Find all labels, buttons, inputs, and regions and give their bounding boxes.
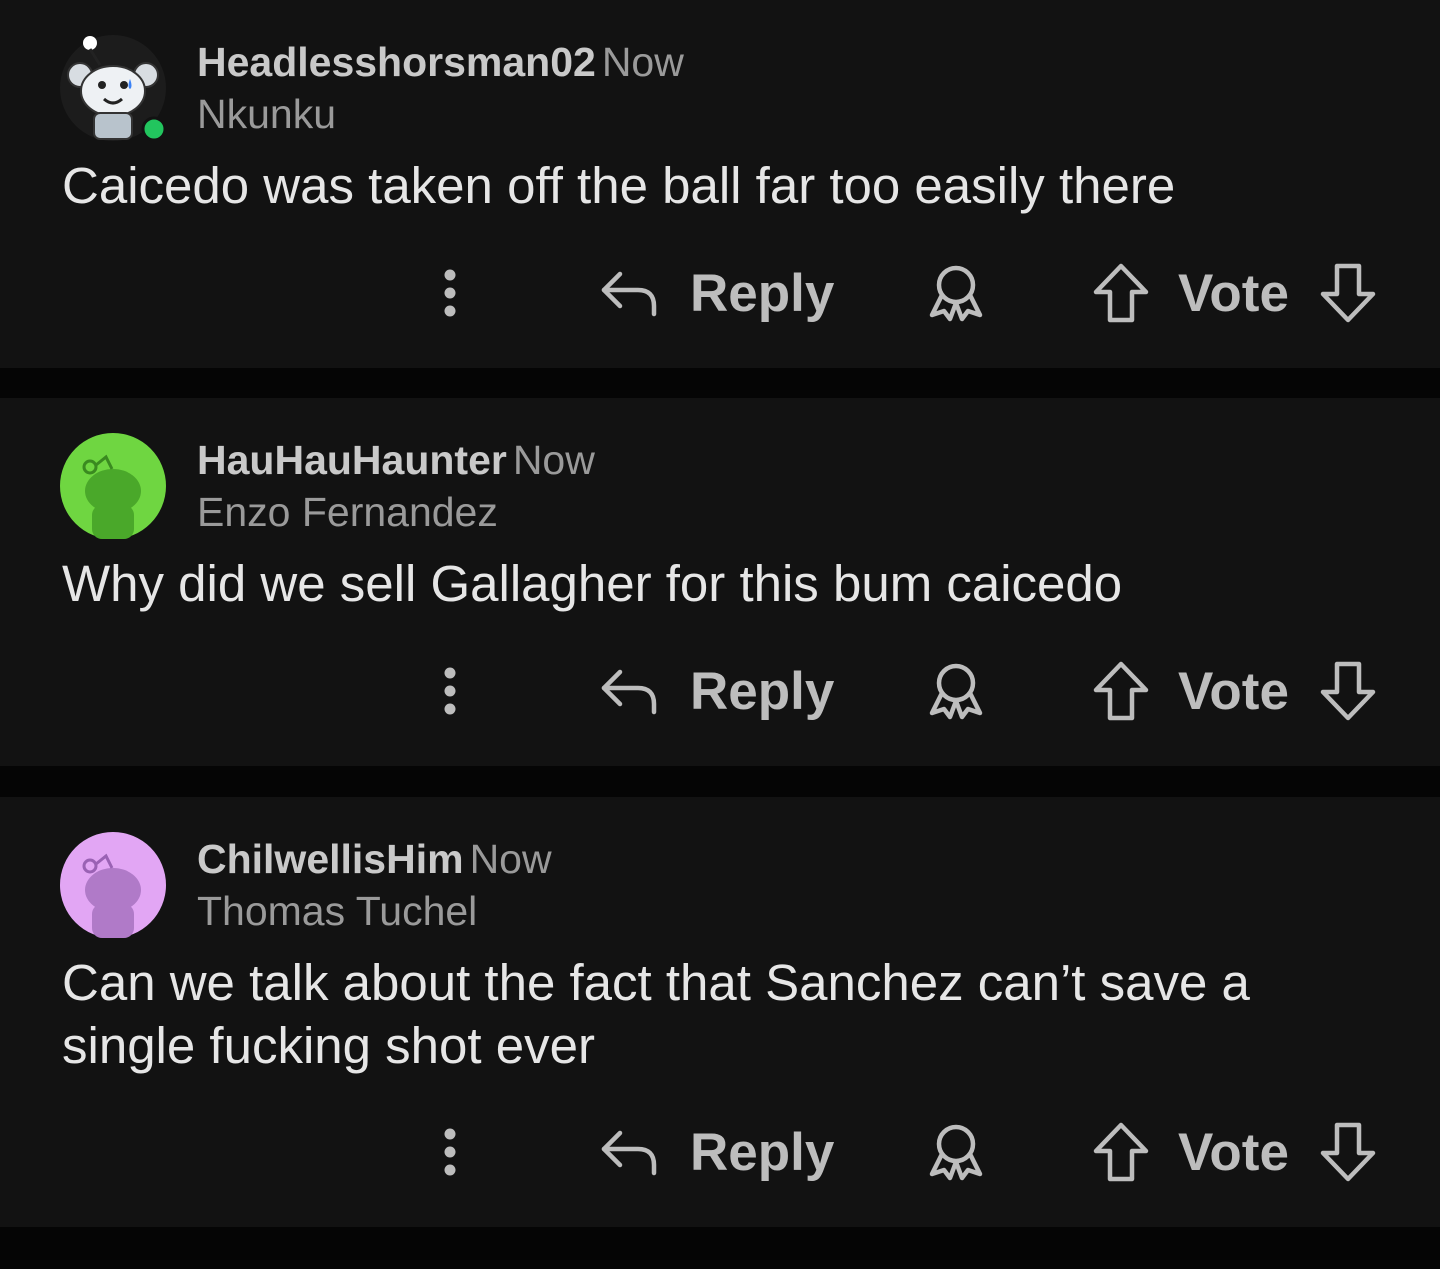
award-button[interactable]	[924, 258, 988, 328]
username[interactable]: Headlesshorsman02	[197, 39, 596, 85]
award-icon	[929, 265, 983, 322]
comment-body: Caicedo was taken off the ball far too e…	[62, 157, 1176, 214]
user-flair: Thomas Tuchel	[197, 888, 478, 934]
username[interactable]: HauHauHaunter	[197, 437, 507, 483]
vote-label: Vote	[1178, 1122, 1289, 1182]
username[interactable]: ChilwellisHim	[197, 836, 464, 882]
comment-body: Can we talk about the fact that Sanchez …	[62, 954, 1250, 1074]
vote-label: Vote	[1178, 661, 1289, 721]
timestamp: Now	[469, 836, 552, 882]
comment: ChilwellisHim Now Thomas Tuchel Can we ta…	[0, 797, 1440, 1227]
avatar[interactable]	[60, 433, 166, 539]
award-button[interactable]	[924, 1117, 988, 1187]
more-options-button[interactable]	[430, 258, 470, 328]
award-icon	[929, 1124, 983, 1181]
timestamp: Now	[512, 437, 595, 483]
reply-arrow-icon	[601, 1130, 657, 1176]
downvote-icon[interactable]	[1319, 262, 1377, 324]
reply-arrow-icon	[601, 271, 657, 317]
comment-meta: HauHauHaunter Now Enzo Fernandez	[197, 434, 595, 538]
downvote-icon[interactable]	[1319, 1121, 1377, 1183]
comment-actions: Reply Vote	[0, 656, 1440, 726]
snoo-avatar-icon	[60, 433, 166, 539]
vote-label: Vote	[1178, 263, 1289, 323]
vote-group: Vote	[1092, 258, 1377, 328]
reply-label: Reply	[690, 661, 835, 721]
reply-button[interactable]: Reply	[600, 1117, 834, 1187]
timestamp: Now	[601, 39, 684, 85]
upvote-icon[interactable]	[1092, 1121, 1150, 1183]
vote-group: Vote	[1092, 1117, 1377, 1187]
reply-label: Reply	[690, 263, 835, 323]
snoo-avatar-icon	[60, 35, 166, 141]
comment-actions: Reply Vote	[0, 258, 1440, 328]
more-options-button[interactable]	[430, 1117, 470, 1187]
more-options-button[interactable]	[430, 656, 470, 726]
downvote-icon[interactable]	[1319, 660, 1377, 722]
reply-button[interactable]: Reply	[600, 258, 834, 328]
upvote-icon[interactable]	[1092, 262, 1150, 324]
user-flair: Enzo Fernandez	[197, 489, 498, 535]
comment-meta: Headlesshorsman02 Now Nkunku	[197, 36, 684, 140]
comment: HauHauHaunter Now Enzo Fernandez Why did …	[0, 398, 1440, 766]
award-button[interactable]	[924, 656, 988, 726]
more-vertical-icon	[444, 269, 456, 317]
comment: Headlesshorsman02 Now Nkunku Caicedo was …	[0, 0, 1440, 368]
avatar[interactable]	[60, 832, 166, 938]
comment-actions: Reply Vote	[0, 1117, 1440, 1187]
upvote-icon[interactable]	[1092, 660, 1150, 722]
award-icon	[929, 663, 983, 720]
more-vertical-icon	[444, 667, 456, 715]
online-status-icon	[141, 116, 166, 141]
reply-button[interactable]: Reply	[600, 656, 834, 726]
avatar[interactable]	[60, 35, 166, 141]
reply-arrow-icon	[601, 669, 657, 715]
reply-label: Reply	[690, 1122, 835, 1182]
comment-body: Why did we sell Gallagher for this bum c…	[62, 555, 1123, 612]
comment-meta: ChilwellisHim Now Thomas Tuchel	[197, 833, 552, 937]
snoo-avatar-icon	[60, 832, 166, 938]
more-vertical-icon	[444, 1128, 456, 1176]
user-flair: Nkunku	[197, 91, 337, 137]
vote-group: Vote	[1092, 656, 1377, 726]
